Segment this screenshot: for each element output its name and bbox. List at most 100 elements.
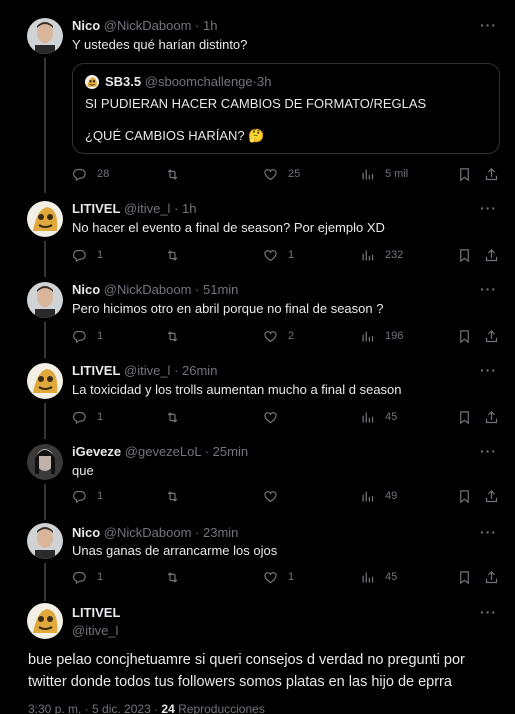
share-button[interactable] xyxy=(484,246,499,264)
avatar[interactable] xyxy=(27,444,63,480)
more-icon[interactable]: ··· xyxy=(480,281,497,297)
reply-icon xyxy=(72,570,87,585)
views-count: 49 xyxy=(385,490,398,502)
bookmark-icon xyxy=(457,489,472,504)
more-icon[interactable]: ··· xyxy=(480,200,497,216)
share-button[interactable] xyxy=(484,408,499,426)
like-button[interactable]: 1 xyxy=(263,246,294,264)
share-button[interactable] xyxy=(484,165,499,183)
retweet-button[interactable] xyxy=(165,246,190,264)
tweet-time[interactable]: 51min xyxy=(203,282,238,297)
like-button[interactable] xyxy=(263,487,288,505)
bookmark-button[interactable] xyxy=(457,408,472,426)
avatar[interactable] xyxy=(27,282,63,318)
views-total: 24 xyxy=(161,702,175,714)
avatar[interactable] xyxy=(27,363,63,399)
views-icon xyxy=(360,248,375,263)
more-icon[interactable]: ··· xyxy=(480,17,497,33)
author-name[interactable]: LITIVEL xyxy=(72,201,120,216)
views-button[interactable]: 5 mil xyxy=(360,165,408,183)
author-name[interactable]: Nico xyxy=(72,282,100,297)
bookmark-button[interactable] xyxy=(457,246,472,264)
main-tweet-text-line: bue pelao concjhetuamre si queri consejo… xyxy=(28,652,465,668)
reply-button[interactable]: 1 xyxy=(72,487,103,505)
more-icon[interactable]: ··· xyxy=(480,604,497,620)
author-name[interactable]: Nico xyxy=(72,18,100,33)
views-button[interactable]: 45 xyxy=(360,568,397,586)
views-button[interactable]: 232 xyxy=(360,246,403,264)
separator: · xyxy=(191,18,203,33)
reply-count: 28 xyxy=(97,168,110,180)
share-button[interactable] xyxy=(484,568,499,586)
like-button[interactable]: 1 xyxy=(263,568,294,586)
more-icon[interactable]: ··· xyxy=(480,362,497,378)
author-name[interactable]: Nico xyxy=(72,525,100,540)
reply-tweet[interactable]: Nico @NickDaboom · 1h ··· Y ustedes qué … xyxy=(0,0,515,195)
author-handle[interactable]: @gevezeLoL xyxy=(125,444,201,459)
retweet-button[interactable] xyxy=(165,487,190,505)
like-icon xyxy=(263,570,278,585)
reply-tweet[interactable]: LITIVEL @itive_l · 26min ··· La toxicida… xyxy=(0,358,515,439)
like-button[interactable]: 25 xyxy=(263,165,300,183)
main-tweet-text-line: twitter donde todos tus followers somos … xyxy=(28,674,452,690)
tweet-text: No hacer el evento a final de season? Po… xyxy=(72,220,385,235)
tweet-time[interactable]: 1h xyxy=(203,18,217,33)
action-bar: 1 1 232 xyxy=(72,246,502,266)
author-handle[interactable]: @NickDaboom xyxy=(104,18,192,33)
tweet-time[interactable]: 23min xyxy=(203,525,238,540)
retweet-button[interactable] xyxy=(165,165,190,183)
avatar[interactable] xyxy=(27,18,63,54)
reply-count: 1 xyxy=(97,411,104,423)
reply-button[interactable]: 1 xyxy=(72,408,103,426)
reply-button[interactable]: 1 xyxy=(72,568,103,586)
main-author-handle[interactable]: @itive_l xyxy=(72,623,118,638)
thread-line xyxy=(44,484,46,520)
views-button[interactable]: 196 xyxy=(360,327,403,345)
thread-line xyxy=(44,322,46,358)
tweet-timestamp[interactable]: 3:30 p. m. · 5 dic. 2023 · xyxy=(28,702,161,714)
quoted-tweet[interactable]: SB3.5 @sboomchallenge · 3h SI PUDIERAN H… xyxy=(72,63,500,154)
like-button[interactable]: 2 xyxy=(263,327,294,345)
reply-button[interactable]: 1 xyxy=(72,327,103,345)
bookmark-button[interactable] xyxy=(457,568,472,586)
reply-tweet[interactable]: iGeveze @gevezeLoL · 25min ··· que 1 49 xyxy=(0,439,515,520)
avatar[interactable] xyxy=(27,523,63,559)
retweet-button[interactable] xyxy=(165,327,190,345)
more-icon[interactable]: ··· xyxy=(480,443,497,459)
reply-button[interactable]: 28 xyxy=(72,165,109,183)
tweet-time[interactable]: 25min xyxy=(213,444,248,459)
reply-button[interactable]: 1 xyxy=(72,246,103,264)
author-name[interactable]: LITIVEL xyxy=(72,363,120,378)
tweet-footer: 3:30 p. m. · 5 dic. 2023 · 24 Reproducci… xyxy=(28,702,265,714)
author-handle[interactable]: @itive_l xyxy=(124,363,170,378)
bookmark-button[interactable] xyxy=(457,327,472,345)
views-button[interactable]: 45 xyxy=(360,408,397,426)
share-button[interactable] xyxy=(484,487,499,505)
tweet-time[interactable]: 1h xyxy=(182,201,196,216)
reply-tweet[interactable]: Nico @NickDaboom · 23min ··· Unas ganas … xyxy=(0,520,515,601)
avatar[interactable] xyxy=(27,603,63,639)
author-handle[interactable]: @NickDaboom xyxy=(104,525,192,540)
separator: · xyxy=(170,201,183,216)
main-author-name[interactable]: LITIVEL xyxy=(72,605,120,620)
author-handle[interactable]: @NickDaboom xyxy=(104,282,192,297)
action-bar: 1 1 45 xyxy=(72,568,502,588)
reply-tweet[interactable]: LITIVEL @itive_l · 1h ··· No hacer el ev… xyxy=(0,195,515,277)
avatar[interactable] xyxy=(27,201,63,237)
share-button[interactable] xyxy=(484,327,499,345)
retweet-button[interactable] xyxy=(165,408,190,426)
author-handle[interactable]: @itive_l xyxy=(124,201,170,216)
retweet-button[interactable] xyxy=(165,568,190,586)
bookmark-button[interactable] xyxy=(457,165,472,183)
views-count: 45 xyxy=(385,571,398,583)
reply-icon xyxy=(72,329,87,344)
more-icon[interactable]: ··· xyxy=(480,524,497,540)
views-button[interactable]: 49 xyxy=(360,487,397,505)
reply-tweet[interactable]: Nico @NickDaboom · 51min ··· Pero hicimo… xyxy=(0,277,515,358)
like-icon xyxy=(263,167,278,182)
bookmark-button[interactable] xyxy=(457,487,472,505)
action-bar: 1 49 xyxy=(72,487,502,507)
like-button[interactable] xyxy=(263,408,288,426)
author-name[interactable]: iGeveze xyxy=(72,444,121,459)
tweet-time[interactable]: 26min xyxy=(182,363,217,378)
